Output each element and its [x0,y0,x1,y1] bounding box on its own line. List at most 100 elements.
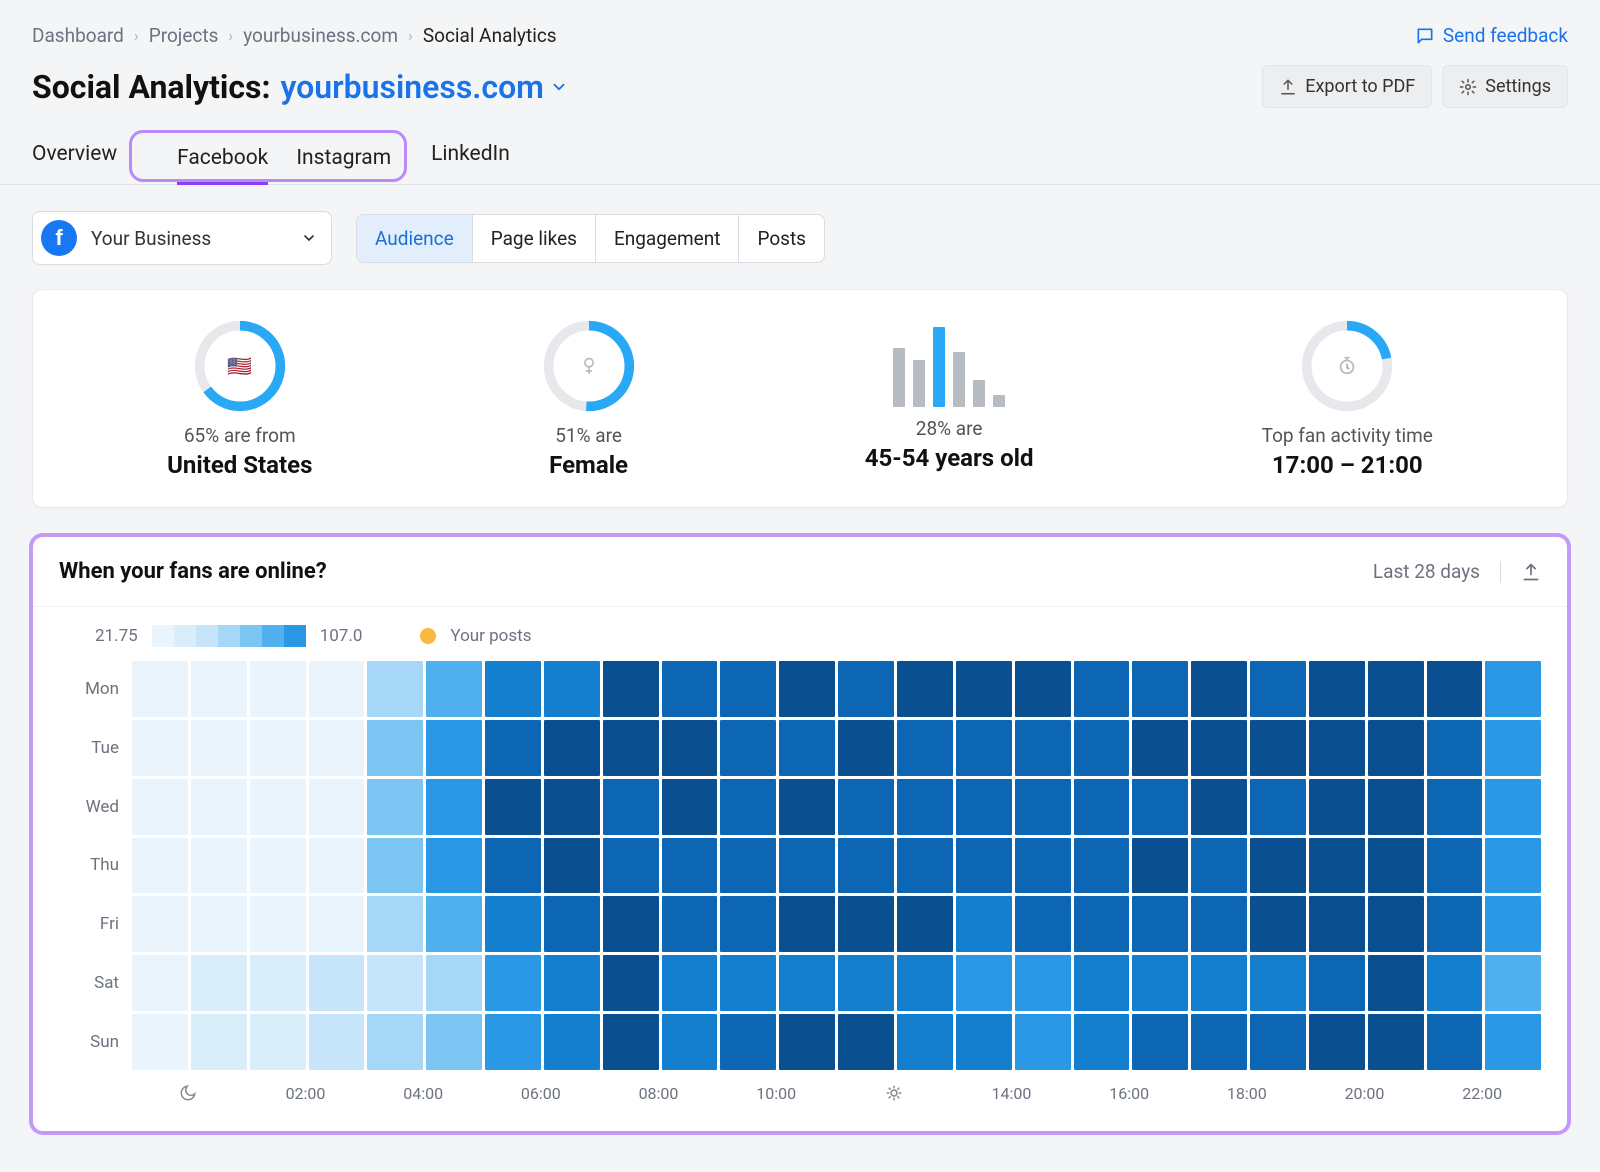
heatmap-cell[interactable] [1427,838,1483,894]
heatmap-cell[interactable] [1368,779,1424,835]
tab-overview[interactable]: Overview [32,136,117,184]
heatmap-cell[interactable] [1250,661,1306,717]
heatmap-cell[interactable] [367,896,423,952]
heatmap-cell[interactable] [1485,720,1541,776]
heatmap-cell[interactable] [1485,661,1541,717]
heatmap-cell[interactable] [544,896,600,952]
heatmap-cell[interactable] [1427,779,1483,835]
heatmap-cell[interactable] [662,1014,718,1070]
heatmap-cell[interactable] [1191,1014,1247,1070]
heatmap-cell[interactable] [1015,661,1071,717]
heatmap-cell[interactable] [191,779,247,835]
heatmap-cell[interactable] [367,1014,423,1070]
heatmap-cell[interactable] [367,779,423,835]
heatmap-cell[interactable] [1485,1014,1541,1070]
heatmap-cell[interactable] [367,838,423,894]
heatmap-cell[interactable] [426,661,482,717]
heatmap-cell[interactable] [191,896,247,952]
heatmap-cell[interactable] [779,779,835,835]
heatmap-cell[interactable] [1074,661,1130,717]
heatmap-cell[interactable] [1015,720,1071,776]
heatmap-cell[interactable] [956,896,1012,952]
heatmap-cell[interactable] [1309,838,1365,894]
heatmap-cell[interactable] [1015,955,1071,1011]
heatmap-cell[interactable] [1250,955,1306,1011]
heatmap-cell[interactable] [897,896,953,952]
heatmap-cell[interactable] [426,720,482,776]
profile-selector[interactable]: Your Business [32,211,332,265]
heatmap-cell[interactable] [603,838,659,894]
heatmap-cell[interactable] [1427,955,1483,1011]
segment-audience[interactable]: Audience [357,215,473,262]
heatmap-cell[interactable] [544,838,600,894]
segment-page-likes[interactable]: Page likes [473,215,596,262]
heatmap-cell[interactable] [1368,1014,1424,1070]
heatmap-cell[interactable] [485,896,541,952]
send-feedback-link[interactable]: Send feedback [1415,24,1568,47]
heatmap-cell[interactable] [838,838,894,894]
heatmap-cell[interactable] [544,955,600,1011]
heatmap-cell[interactable] [132,896,188,952]
heatmap-cell[interactable] [250,720,306,776]
heatmap-cell[interactable] [250,955,306,1011]
heatmap-cell[interactable] [1015,838,1071,894]
heatmap-cell[interactable] [1191,896,1247,952]
heatmap-cell[interactable] [1074,1014,1130,1070]
heatmap-cell[interactable] [426,1014,482,1070]
heatmap-cell[interactable] [897,720,953,776]
heatmap-cell[interactable] [779,720,835,776]
heatmap-cell[interactable] [309,955,365,1011]
heatmap-cell[interactable] [1132,1014,1188,1070]
heatmap-cell[interactable] [662,896,718,952]
heatmap-cell[interactable] [1250,1014,1306,1070]
export-icon[interactable] [1521,562,1541,582]
heatmap-cell[interactable] [485,720,541,776]
heatmap-cell[interactable] [1368,838,1424,894]
heatmap-cell[interactable] [838,1014,894,1070]
heatmap-cell[interactable] [720,1014,776,1070]
heatmap-cell[interactable] [485,955,541,1011]
heatmap-cell[interactable] [956,779,1012,835]
heatmap-cell[interactable] [250,1014,306,1070]
heatmap-cell[interactable] [662,955,718,1011]
heatmap-cell[interactable] [132,955,188,1011]
heatmap-cell[interactable] [720,896,776,952]
heatmap-cell[interactable] [720,955,776,1011]
heatmap-cell[interactable] [485,661,541,717]
heatmap-cell[interactable] [897,779,953,835]
heatmap-cell[interactable] [603,896,659,952]
heatmap-cell[interactable] [426,896,482,952]
settings-button[interactable]: Settings [1442,65,1568,108]
heatmap-cell[interactable] [309,661,365,717]
heatmap-cell[interactable] [1250,779,1306,835]
heatmap-cell[interactable] [132,838,188,894]
segment-engagement[interactable]: Engagement [596,215,740,262]
heatmap-cell[interactable] [603,1014,659,1070]
heatmap-cell[interactable] [544,661,600,717]
heatmap-cell[interactable] [779,838,835,894]
heatmap-cell[interactable] [956,955,1012,1011]
heatmap-cell[interactable] [897,838,953,894]
heatmap-cell[interactable] [779,1014,835,1070]
heatmap-cell[interactable] [603,661,659,717]
heatmap-cell[interactable] [662,779,718,835]
heatmap-cell[interactable] [838,896,894,952]
heatmap-cell[interactable] [956,1014,1012,1070]
heatmap-cell[interactable] [191,661,247,717]
heatmap-cell[interactable] [191,720,247,776]
segment-posts[interactable]: Posts [739,215,824,262]
heatmap-cell[interactable] [426,955,482,1011]
heatmap-cell[interactable] [250,896,306,952]
heatmap-cell[interactable] [720,661,776,717]
heatmap-cell[interactable] [956,720,1012,776]
heatmap-cell[interactable] [367,661,423,717]
heatmap-cell[interactable] [1368,661,1424,717]
heatmap-cell[interactable] [1074,720,1130,776]
breadcrumb-item[interactable]: Dashboard [32,24,124,47]
heatmap-cell[interactable] [1427,720,1483,776]
heatmap-cell[interactable] [1250,838,1306,894]
heatmap-cell[interactable] [1368,896,1424,952]
breadcrumb-item[interactable]: yourbusiness.com [243,24,398,47]
heatmap-cell[interactable] [1191,838,1247,894]
heatmap-cell[interactable] [309,1014,365,1070]
